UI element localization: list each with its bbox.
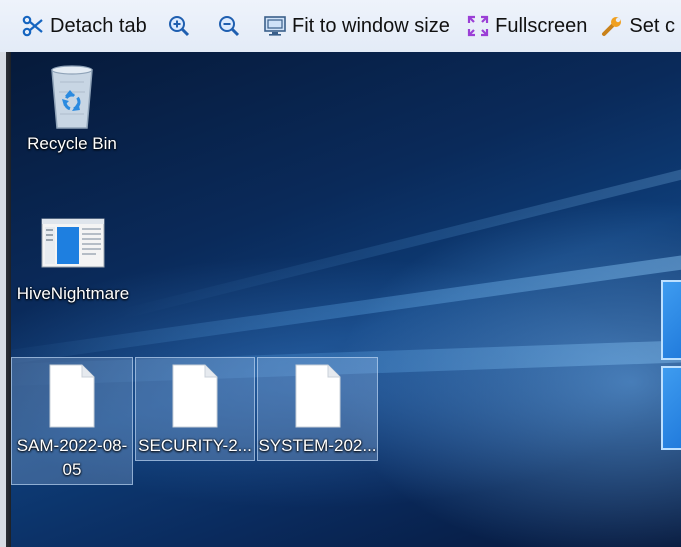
desktop-icon-label-line-1: SAM-2022-08-: [16, 436, 128, 455]
set-button-label: Set c: [629, 14, 675, 37]
file-icon: [294, 364, 342, 428]
set-button[interactable]: Set c: [593, 0, 681, 52]
detach-tab-label: Detach tab: [50, 14, 147, 37]
desktop-icon-label-line-2: 05: [62, 460, 82, 479]
zoom-out-icon: [216, 13, 242, 39]
desktop[interactable]: Recycle Bin HiveNightmare SAM-2022-08- 0…: [11, 52, 681, 547]
fullscreen-button[interactable]: Fullscreen: [459, 0, 593, 52]
fullscreen-label: Fullscreen: [495, 14, 588, 37]
desktop-icon-security-file[interactable]: SECURITY-2...: [135, 357, 255, 461]
file-icon: [48, 364, 96, 428]
zoom-in-button[interactable]: [156, 0, 206, 52]
fit-to-window-button[interactable]: Fit to window size: [256, 0, 456, 52]
fit-to-window-label: Fit to window size: [292, 14, 450, 37]
desktop-icon-label: SECURITY-2...: [138, 436, 252, 455]
desktop-icon-sam-file[interactable]: SAM-2022-08- 05: [11, 357, 133, 485]
wrench-icon: [599, 13, 625, 39]
zoom-in-icon: [166, 13, 192, 39]
fullscreen-icon: [465, 13, 491, 39]
windows-logo-pane: [661, 280, 681, 360]
monitor-fit-icon: [262, 13, 288, 39]
zoom-out-button[interactable]: [206, 0, 256, 52]
desktop-icon-label: Recycle Bin: [27, 134, 117, 153]
desktop-icon-hivenightmare[interactable]: HiveNightmare: [11, 212, 135, 312]
file-icon: [171, 364, 219, 428]
application-window-icon: [41, 218, 105, 268]
desktop-icon-label: SYSTEM-202...: [258, 436, 377, 455]
viewer-toolbar: Detach tab Fit to window size Fullscreen…: [0, 0, 681, 53]
detach-tab-button[interactable]: Detach tab: [0, 0, 153, 52]
desktop-icon-system-file[interactable]: SYSTEM-202...: [257, 357, 378, 461]
scissors-icon: [20, 13, 46, 39]
window-frame-edge: [0, 52, 11, 547]
recycle-bin-icon: [46, 62, 98, 132]
desktop-icon-label: HiveNightmare: [16, 284, 130, 303]
desktop-icon-recycle-bin[interactable]: Recycle Bin: [17, 58, 127, 168]
windows-logo-pane: [661, 366, 681, 450]
